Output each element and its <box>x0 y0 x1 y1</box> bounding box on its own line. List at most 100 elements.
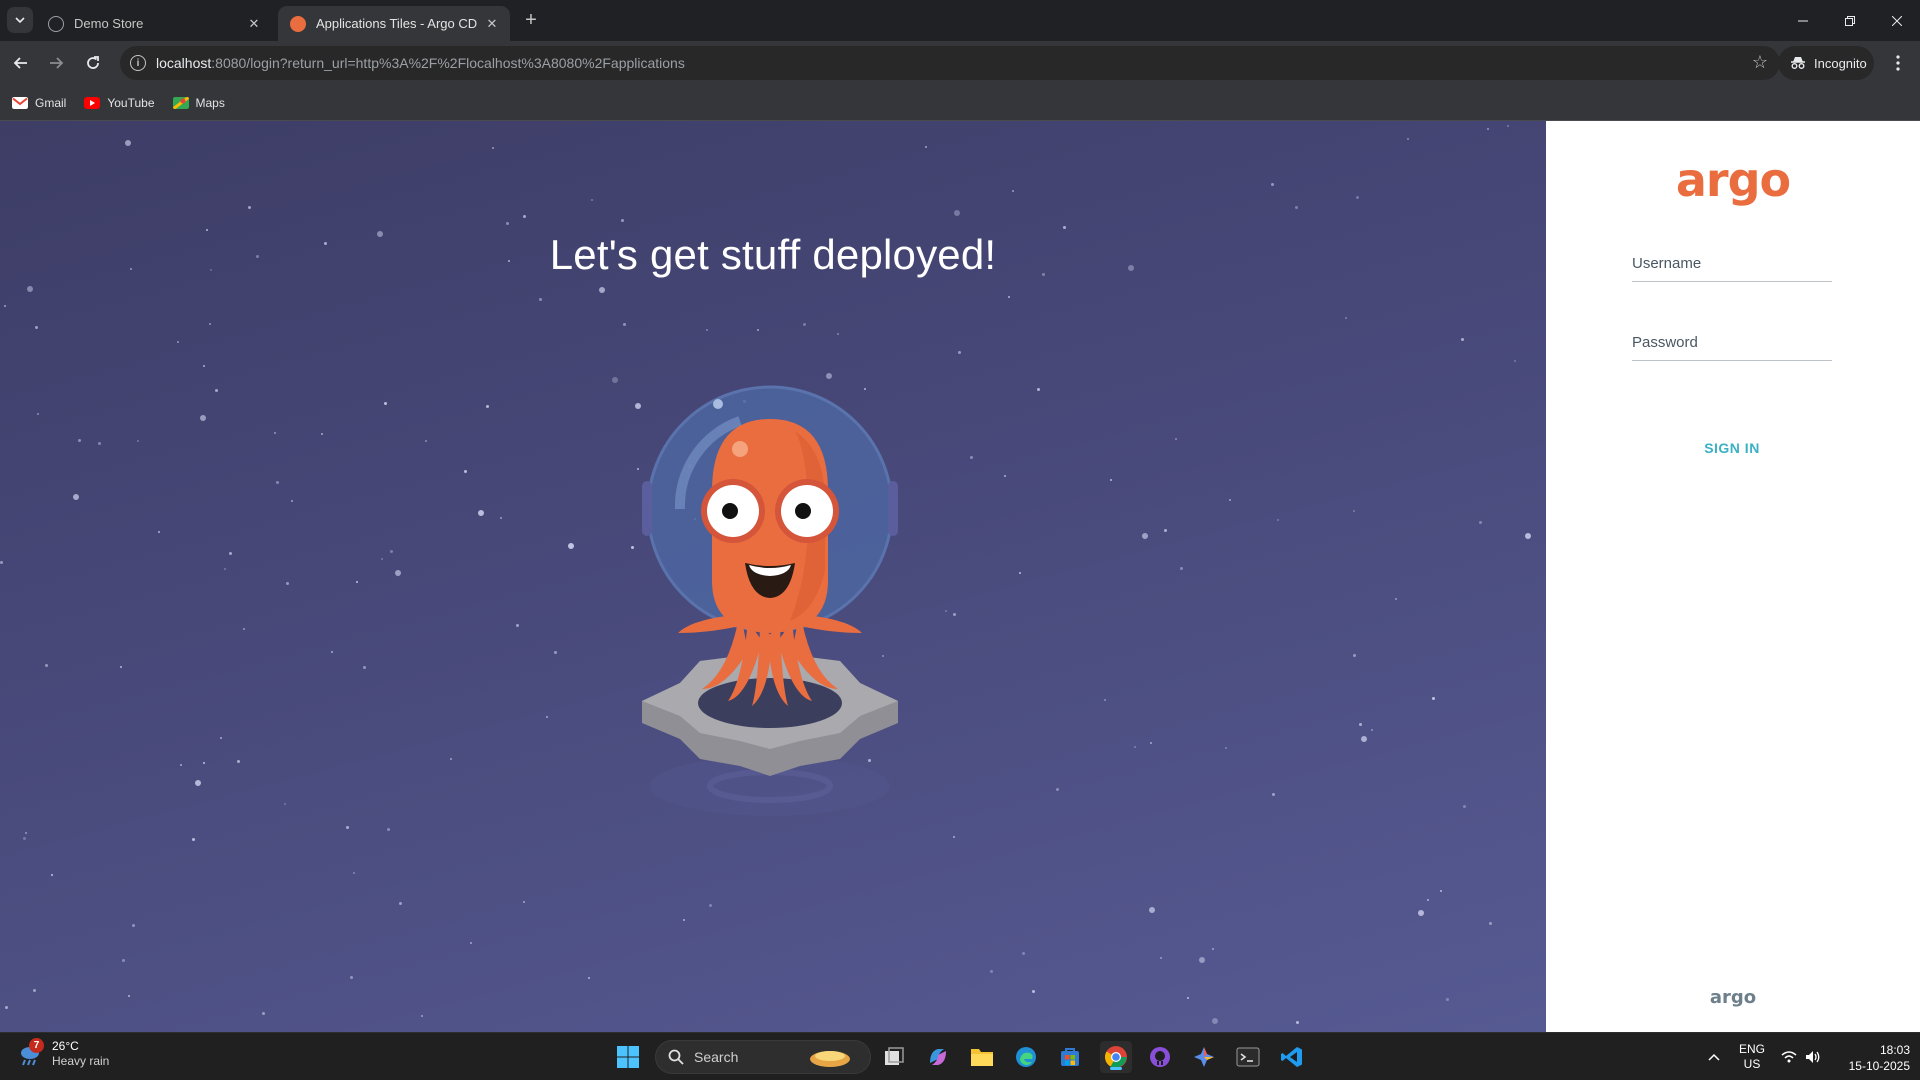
star-dot <box>387 828 390 831</box>
taskbar-terminal[interactable] <box>1232 1041 1264 1073</box>
minimize-button[interactable] <box>1780 0 1826 41</box>
gmail-icon <box>12 96 28 109</box>
star-dot <box>98 442 101 445</box>
start-button[interactable] <box>612 1041 644 1073</box>
star-dot <box>1418 910 1424 916</box>
star-dot <box>356 581 358 583</box>
search-highlight-icon <box>810 1051 850 1067</box>
clock-time: 18:03 <box>1879 1043 1910 1057</box>
taskbar-vscode[interactable] <box>1276 1041 1308 1073</box>
system-clock[interactable]: 18:03 15-10-2025 <box>1830 1042 1910 1074</box>
arrow-right-icon <box>50 57 64 69</box>
star-dot <box>363 666 366 669</box>
star-dot <box>399 902 402 905</box>
close-tab-icon[interactable]: ✕ <box>482 14 502 34</box>
terminal-icon <box>1236 1047 1260 1067</box>
star-dot <box>23 837 26 840</box>
star-dot <box>1142 533 1148 539</box>
weather-widget[interactable]: 7 26°C Heavy rain <box>16 1038 109 1069</box>
star-dot <box>539 298 542 301</box>
username-field[interactable] <box>1632 246 1832 282</box>
star-dot <box>757 329 759 331</box>
bookmark-gmail[interactable]: Gmail <box>12 96 66 110</box>
hero-title: Let's get stuff deployed! <box>549 231 997 278</box>
youtube-icon <box>84 96 101 109</box>
star-dot <box>1012 190 1014 192</box>
taskbar-github-desktop[interactable] <box>1144 1041 1176 1073</box>
close-window-button[interactable] <box>1874 0 1920 41</box>
bookmark-youtube[interactable]: YouTube <box>84 95 155 110</box>
star-dot <box>425 440 427 442</box>
star-dot <box>591 199 593 201</box>
star-dot <box>200 415 206 421</box>
incognito-indicator[interactable]: Incognito <box>1778 46 1874 80</box>
star-dot <box>709 904 712 907</box>
globe-icon <box>48 15 64 32</box>
close-tab-icon[interactable]: ✕ <box>244 14 264 34</box>
edge-icon <box>1016 1047 1036 1067</box>
star-dot <box>4 305 6 307</box>
arrow-left-icon <box>13 57 27 69</box>
taskbar-search[interactable]: Search <box>655 1040 871 1074</box>
taskbar-store[interactable] <box>1054 1041 1086 1073</box>
star-dot <box>390 550 393 553</box>
star-dot <box>1525 533 1531 539</box>
tab-demo-store[interactable]: Demo Store ✕ <box>36 6 272 41</box>
forward-button[interactable] <box>42 49 70 77</box>
star-dot <box>1004 475 1006 477</box>
argo-octopus-mascot <box>642 385 898 816</box>
star-dot <box>331 651 333 653</box>
taskbar-file-explorer[interactable] <box>966 1041 998 1073</box>
taskbar-chrome[interactable] <box>1100 1041 1132 1073</box>
star-dot <box>286 582 289 585</box>
chrome-icon <box>1105 1046 1127 1068</box>
volume-icon <box>1806 1051 1820 1063</box>
tab-argo-cd[interactable]: Applications Tiles - Argo CD ✕ <box>278 6 510 41</box>
password-field[interactable] <box>1632 325 1832 361</box>
show-hidden-icons-button[interactable] <box>1700 1033 1728 1080</box>
back-button[interactable] <box>7 49 35 77</box>
bookmark-maps[interactable]: Maps <box>172 96 225 110</box>
star-dot <box>803 323 806 326</box>
task-view-icon <box>885 1047 904 1065</box>
star-dot <box>1225 747 1227 749</box>
taskbar-copilot[interactable] <box>922 1041 954 1073</box>
star-dot <box>1212 948 1214 950</box>
star-dot <box>1440 890 1442 892</box>
star-dot <box>1359 723 1362 726</box>
vscode-icon <box>1281 1047 1302 1067</box>
volume-status[interactable] <box>1802 1033 1824 1080</box>
star-dot <box>706 329 708 331</box>
browser-menu-button[interactable] <box>1884 49 1912 77</box>
bookmark-star-icon[interactable]: ☆ <box>1752 52 1768 73</box>
username-input[interactable] <box>1632 246 1832 281</box>
star-dot <box>1277 519 1279 521</box>
star-dot <box>1271 183 1274 186</box>
password-input[interactable] <box>1632 325 1832 360</box>
chevron-down-icon <box>15 17 25 24</box>
temperature: 26°C <box>52 1039 79 1053</box>
tab-search-button[interactable] <box>7 7 33 33</box>
bookmark-label: Gmail <box>35 95 67 110</box>
taskbar-edge[interactable] <box>1010 1041 1042 1073</box>
language-indicator[interactable]: ENG US <box>1736 1033 1768 1080</box>
bookmark-label: YouTube <box>107 95 155 110</box>
star-dot <box>1487 128 1489 130</box>
star-dot <box>5 1006 8 1009</box>
star-dot <box>125 140 131 146</box>
sparkle-icon <box>1194 1047 1214 1067</box>
close-icon <box>1892 15 1902 26</box>
star-dot <box>990 970 993 973</box>
restore-button[interactable] <box>1827 0 1873 41</box>
site-info-icon[interactable]: i <box>130 55 146 71</box>
new-tab-button[interactable]: + <box>519 8 543 32</box>
wifi-status[interactable] <box>1778 1033 1800 1080</box>
sign-in-button[interactable]: SIGN IN <box>1632 433 1832 463</box>
star-dot <box>128 995 130 997</box>
task-view-button[interactable] <box>878 1041 910 1073</box>
star-dot <box>568 543 574 549</box>
star-dot <box>1022 952 1025 955</box>
reload-button[interactable] <box>79 49 107 77</box>
address-bar[interactable]: i localhost:8080/login?return_url=http%3… <box>120 46 1780 80</box>
taskbar-gemini[interactable] <box>1188 1041 1220 1073</box>
